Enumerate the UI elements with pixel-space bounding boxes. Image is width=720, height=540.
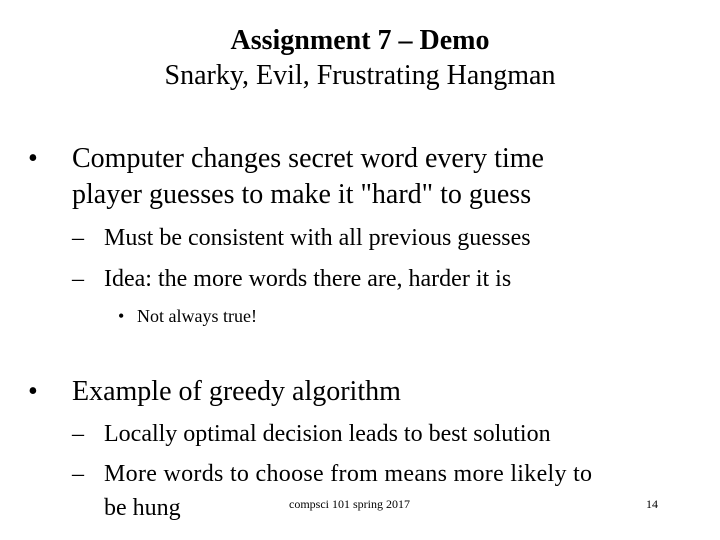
sub-sub-bullet-text: Not always true! bbox=[137, 306, 257, 326]
sub-bullet-text-continued: be hung bbox=[104, 495, 181, 521]
sub-bullet-text: Must be consistent with all previous gue… bbox=[104, 225, 531, 251]
bullet-text-continued: player guesses to make it "hard" to gues… bbox=[72, 179, 532, 210]
sub-bullet-text: Idea: the more words there are, harder i… bbox=[104, 266, 512, 292]
bullet-marker: • bbox=[28, 143, 38, 174]
bullet-marker: • bbox=[28, 376, 38, 407]
sub-bullet-marker: – bbox=[72, 461, 84, 487]
bullet-text: Computer changes secret word every time bbox=[72, 143, 544, 174]
sub-bullet-text: More words to choose from means more lik… bbox=[104, 461, 593, 487]
sub-sub-bullet-marker: • bbox=[118, 306, 125, 326]
slide-subtitle: Snarky, Evil, Frustrating Hangman bbox=[164, 60, 556, 91]
footer-course: compsci 101 spring 2017 bbox=[289, 497, 410, 511]
sub-bullet-marker: – bbox=[72, 266, 84, 292]
sub-bullet-marker: – bbox=[72, 421, 84, 447]
sub-bullet-marker: – bbox=[72, 225, 84, 251]
page-number: 14 bbox=[646, 497, 658, 511]
bullet-text: Example of greedy algorithm bbox=[72, 376, 401, 407]
sub-bullet-text: Locally optimal decision leads to best s… bbox=[104, 421, 551, 447]
slide-title: Assignment 7 – Demo bbox=[230, 25, 490, 56]
